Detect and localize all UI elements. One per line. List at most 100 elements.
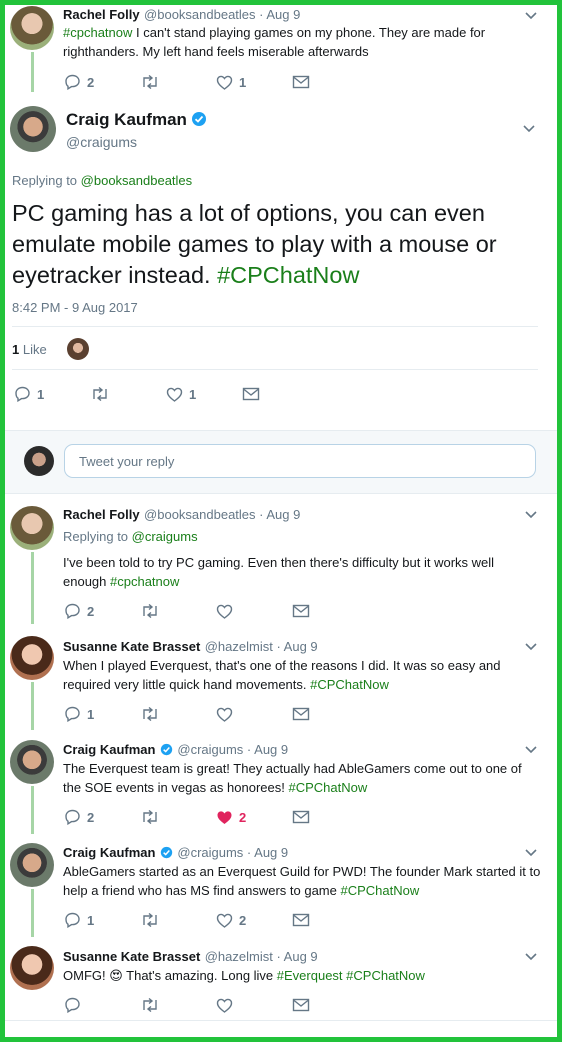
handle-time[interactable]: @craigums · Aug 9 — [177, 742, 288, 757]
tweet-actions: 1 — [64, 704, 310, 724]
handle[interactable]: @craigums — [66, 134, 137, 150]
display-name[interactable]: Craig Kaufman — [63, 845, 155, 860]
tweet-text: I've been told to try PC gaming. Even th… — [63, 555, 495, 589]
divider — [5, 1020, 557, 1021]
reply-button[interactable]: 2 — [64, 74, 140, 90]
message-button[interactable] — [242, 387, 260, 401]
handle-time[interactable]: @hazelmist · Aug 9 — [205, 949, 318, 964]
reply-button[interactable] — [64, 997, 140, 1013]
display-name[interactable]: Rachel Folly — [63, 7, 140, 22]
handle-time[interactable]: @booksandbeatles · Aug 9 — [144, 7, 300, 22]
hashtag-link[interactable]: #CPChatNow — [346, 968, 425, 983]
display-name[interactable]: Rachel Folly — [63, 507, 140, 522]
like-button[interactable]: 2 — [216, 913, 292, 928]
mention-link[interactable]: @craigums — [132, 529, 198, 544]
like-button[interactable]: 1 — [166, 387, 242, 402]
current-user-avatar — [24, 446, 54, 476]
retweet-button[interactable] — [140, 913, 216, 927]
message-button[interactable] — [292, 810, 310, 824]
hashtag-link[interactable]: #Everquest — [277, 968, 343, 983]
thread-line — [31, 52, 34, 92]
heart-eyes-emoji: 😍 — [109, 968, 123, 983]
message-button[interactable] — [292, 913, 310, 927]
tweet-actions: 1 2 — [64, 910, 310, 930]
like-button[interactable] — [216, 998, 292, 1013]
thread-line — [31, 889, 34, 937]
thread-line — [31, 682, 34, 730]
focused-header: Craig Kaufman — [66, 110, 207, 130]
divider — [12, 326, 538, 327]
timestamp[interactable]: 8:42 PM - 9 Aug 2017 — [12, 300, 138, 315]
avatar-craig[interactable] — [10, 106, 56, 152]
display-name[interactable]: Susanne Kate Brasset — [63, 949, 200, 964]
liker-avatar[interactable] — [67, 338, 89, 360]
chevron-down-icon[interactable] — [522, 124, 536, 134]
message-button[interactable] — [292, 707, 310, 721]
replying-to: Replying to @craigums — [63, 529, 198, 544]
message-button[interactable] — [292, 998, 310, 1012]
retweet-button[interactable] — [140, 604, 216, 618]
avatar-craig[interactable] — [10, 740, 54, 784]
chevron-down-icon[interactable] — [524, 952, 538, 962]
hashtag-link[interactable]: #CPChatNow — [310, 677, 389, 692]
reply-button[interactable]: 1 — [64, 912, 140, 928]
verified-badge-icon — [160, 743, 173, 756]
like-button-active[interactable]: 2 — [216, 810, 292, 825]
message-button[interactable] — [292, 604, 310, 618]
hashtag-link[interactable]: #cpchatnow — [110, 574, 179, 589]
reply-button[interactable]: 1 — [14, 386, 90, 402]
avatar-rachel[interactable] — [10, 6, 54, 50]
replying-to: Replying to @booksandbeatles — [12, 173, 193, 188]
hashtag-link[interactable]: #cpchatnow — [63, 25, 132, 40]
display-name[interactable]: Craig Kaufman — [63, 742, 155, 757]
tweet-header: Rachel Folly @booksandbeatles · Aug 9 — [63, 506, 300, 524]
chevron-down-icon[interactable] — [524, 510, 538, 520]
tweet-header: Craig Kaufman @craigums · Aug 9 — [63, 844, 288, 862]
hashtag-link[interactable]: #CPChatNow — [288, 780, 367, 795]
retweet-button[interactable] — [140, 998, 216, 1012]
chevron-down-icon[interactable] — [524, 848, 538, 858]
tweet-actions: 2 1 — [64, 72, 310, 92]
mention-link[interactable]: @booksandbeatles — [81, 173, 193, 188]
hashtag-link[interactable]: #CPChatNow — [217, 262, 359, 288]
tweet-actions — [64, 995, 310, 1015]
retweet-button[interactable] — [140, 75, 216, 89]
tweet-text: The Everquest team is great! They actual… — [63, 761, 522, 795]
chevron-down-icon[interactable] — [524, 745, 538, 755]
focused-tweet-text: PC gaming has a lot of options, you can … — [12, 200, 497, 288]
tweet-actions: 1 1 — [14, 384, 260, 404]
like-button[interactable] — [216, 707, 292, 722]
likes-summary[interactable]: 1 Like — [12, 342, 47, 357]
avatar-craig[interactable] — [10, 843, 54, 887]
retweet-button[interactable] — [90, 387, 166, 401]
reply-button[interactable]: 2 — [64, 603, 140, 619]
display-name[interactable]: Susanne Kate Brasset — [63, 639, 200, 654]
avatar-susanne[interactable] — [10, 636, 54, 680]
chevron-down-icon[interactable] — [524, 642, 538, 652]
avatar-rachel[interactable] — [10, 506, 54, 550]
tweet-header: Craig Kaufman @craigums · Aug 9 — [63, 741, 288, 759]
reply-input[interactable]: Tweet your reply — [64, 444, 536, 478]
tweet-text: When I played Everquest, that's one of t… — [63, 658, 501, 692]
retweet-button[interactable] — [140, 707, 216, 721]
reply-button[interactable]: 2 — [64, 809, 140, 825]
tweet-text: #cpchatnow I can't stand playing games o… — [63, 25, 486, 59]
handle-time[interactable]: @booksandbeatles · Aug 9 — [144, 507, 300, 522]
verified-badge-icon — [160, 846, 173, 859]
tweet-header: Rachel Folly @booksandbeatles · Aug 9 — [63, 6, 300, 24]
divider — [12, 369, 538, 370]
reply-button[interactable]: 1 — [64, 706, 140, 722]
message-button[interactable] — [292, 75, 310, 89]
display-name[interactable]: Craig Kaufman — [66, 110, 187, 129]
thread-line — [31, 786, 34, 834]
handle-time[interactable]: @hazelmist · Aug 9 — [205, 639, 318, 654]
like-button[interactable]: 1 — [216, 75, 292, 90]
chevron-down-icon[interactable] — [524, 11, 538, 21]
hashtag-link[interactable]: #CPChatNow — [340, 883, 419, 898]
like-button[interactable] — [216, 604, 292, 619]
tweet-actions: 2 — [64, 601, 310, 621]
avatar-susanne[interactable] — [10, 946, 54, 990]
handle-time[interactable]: @craigums · Aug 9 — [177, 845, 288, 860]
retweet-button[interactable] — [140, 810, 216, 824]
tweet-header: Susanne Kate Brasset @hazelmist · Aug 9 — [63, 948, 318, 966]
